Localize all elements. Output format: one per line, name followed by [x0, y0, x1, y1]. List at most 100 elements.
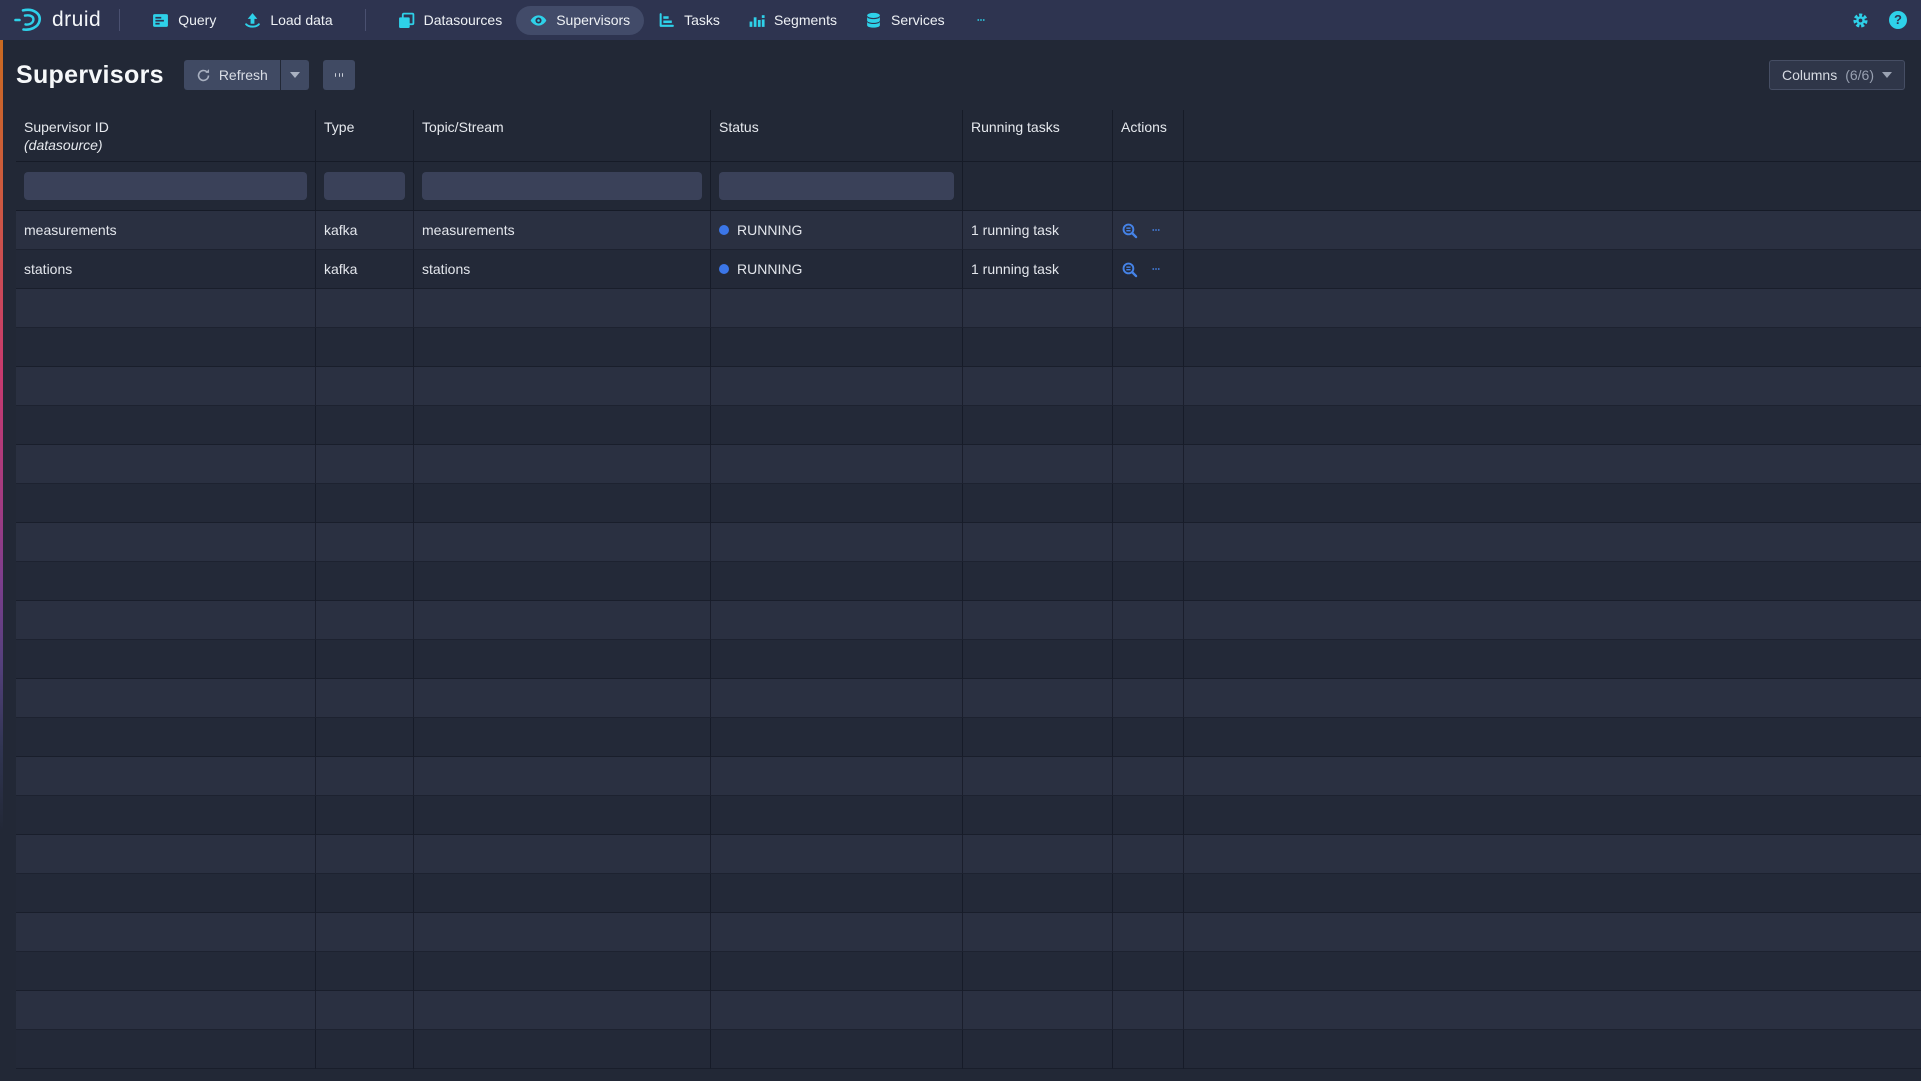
cell-filler [1184, 211, 1921, 250]
columns-label: Columns [1782, 67, 1837, 83]
nav-item-label: Datasources [424, 12, 503, 28]
table-row: measurements kafka measurements RUNNING … [16, 211, 1921, 250]
nav-items: Query Load data Datasources Supervisors … [138, 6, 1002, 35]
nav-item-label: Tasks [684, 12, 720, 28]
supervisors-table: Supervisor ID (datasource) Type Topic/St… [16, 110, 1921, 1069]
table-header-row: Supervisor ID (datasource) Type Topic/St… [16, 110, 1921, 162]
chevron-down-icon [290, 72, 300, 78]
filter-input-type[interactable] [324, 172, 405, 200]
toolbar: Supervisors Refresh Columns (6/6) [0, 40, 1921, 104]
refresh-icon [196, 68, 211, 83]
filter-cell-empty [1184, 162, 1921, 211]
column-header-status[interactable]: Status [711, 110, 963, 162]
nav-item-label: Segments [774, 12, 837, 28]
table-row-empty [16, 445, 1921, 484]
status-running-dot-icon [719, 264, 729, 274]
nav-item-supervisors[interactable]: Supervisors [516, 6, 644, 35]
more-icon[interactable] [1148, 226, 1164, 234]
cell-actions [1113, 250, 1184, 289]
console-icon [152, 12, 169, 29]
cell-type: kafka [316, 211, 414, 250]
cell-running-tasks: 1 running task [963, 211, 1113, 250]
cell-status: RUNNING [711, 250, 963, 289]
more-icon [335, 73, 336, 77]
nav-item-datasources[interactable]: Datasources [384, 6, 517, 35]
table-row-empty [16, 406, 1921, 445]
cell-topic-stream: measurements [414, 211, 711, 250]
table-row-empty [16, 991, 1921, 1030]
table-row-empty [16, 601, 1921, 640]
upload-icon [244, 12, 261, 29]
table-row-empty [16, 757, 1921, 796]
gear-icon[interactable] [1852, 12, 1869, 29]
table-body: measurements kafka measurements RUNNING … [16, 211, 1921, 1069]
tasks-icon [658, 12, 675, 29]
segments-icon [748, 12, 765, 29]
cell-type: kafka [316, 250, 414, 289]
nav-item-tasks[interactable]: Tasks [644, 6, 734, 35]
status-text: RUNNING [737, 261, 802, 277]
datasources-icon [398, 12, 415, 29]
table-row-empty [16, 796, 1921, 835]
cell-topic-stream: stations [414, 250, 711, 289]
nav-item-label: Load data [270, 12, 332, 28]
columns-dropdown-button[interactable]: Columns (6/6) [1769, 60, 1905, 90]
cell-status: RUNNING [711, 211, 963, 250]
logo-text: druid [52, 8, 101, 32]
table-row-empty [16, 640, 1921, 679]
nav-item-query[interactable]: Query [138, 6, 230, 35]
nav-right: ? [1852, 11, 1907, 29]
cell-actions [1113, 211, 1184, 250]
refresh-button-label: Refresh [219, 67, 268, 83]
table-row-empty [16, 328, 1921, 367]
filter-input-status[interactable] [719, 172, 954, 200]
filter-cell-empty [1113, 162, 1184, 211]
nav-item-label: Supervisors [556, 12, 630, 28]
column-header-running-tasks[interactable]: Running tasks [963, 110, 1113, 162]
status-running-dot-icon [719, 225, 729, 235]
refresh-button[interactable]: Refresh [184, 60, 280, 90]
services-icon [865, 12, 882, 29]
refresh-interval-dropdown-button[interactable] [281, 60, 309, 90]
druid-logo[interactable]: druid [14, 7, 101, 33]
nav-more-button[interactable] [959, 10, 1003, 30]
more-icon [973, 16, 989, 24]
search-template-icon[interactable] [1121, 222, 1138, 239]
search-template-icon[interactable] [1121, 261, 1138, 278]
table-row: stations kafka stations RUNNING 1 runnin… [16, 250, 1921, 289]
column-header-type[interactable]: Type [316, 110, 414, 162]
table-row-empty [16, 1030, 1921, 1069]
page-title: Supervisors [16, 61, 164, 90]
nav-item-services[interactable]: Services [851, 6, 959, 35]
more-icon[interactable] [1148, 265, 1164, 273]
column-header-supervisor-id[interactable]: Supervisor ID (datasource) [16, 110, 316, 162]
column-header-topic-stream[interactable]: Topic/Stream [414, 110, 711, 162]
nav-separator [365, 9, 366, 31]
table-row-empty [16, 289, 1921, 328]
nav-separator [119, 9, 120, 31]
nav-item-load-data[interactable]: Load data [230, 6, 346, 35]
table-row-empty [16, 874, 1921, 913]
status-text: RUNNING [737, 222, 802, 238]
filter-input-supervisor-id[interactable] [24, 172, 307, 200]
help-icon[interactable]: ? [1889, 11, 1907, 29]
table-filter-row [16, 162, 1921, 211]
filter-cell-empty [963, 162, 1113, 211]
table-row-empty [16, 913, 1921, 952]
table-row-empty [16, 523, 1921, 562]
window-edge-gradient [0, 40, 3, 1081]
toolbar-more-button[interactable] [323, 60, 355, 90]
top-navbar: druid Query Load data Datasources Superv… [0, 0, 1921, 40]
columns-count: (6/6) [1845, 67, 1874, 83]
nav-item-label: Query [178, 12, 216, 28]
column-header-actions: Actions [1113, 110, 1184, 162]
column-header-filler [1184, 110, 1921, 162]
cell-supervisor-id: stations [16, 250, 316, 289]
table-row-empty [16, 562, 1921, 601]
table-row-empty [16, 952, 1921, 991]
chevron-down-icon [1882, 72, 1892, 78]
filter-input-topic-stream[interactable] [422, 172, 702, 200]
cell-supervisor-id: measurements [16, 211, 316, 250]
nav-item-segments[interactable]: Segments [734, 6, 851, 35]
table-row-empty [16, 367, 1921, 406]
